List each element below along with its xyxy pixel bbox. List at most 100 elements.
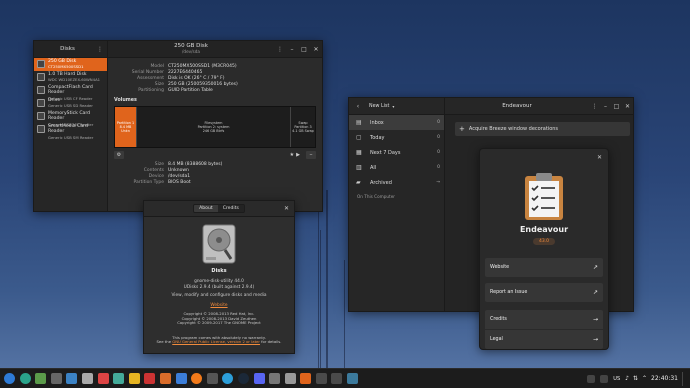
app-icon[interactable] [35,373,47,384]
device-item[interactable]: Drive Generic USB SD Reader [34,97,107,110]
new-list-button[interactable]: New List [369,104,389,109]
drive-icon [37,73,45,81]
device-item[interactable]: 250 GB Disk CT250MX500SSD1 [34,58,107,71]
menu-dots-icon[interactable]: ⋮ [589,103,600,110]
keyboard-locale[interactable]: US [613,376,620,382]
clock[interactable]: 22:40:31 [651,375,678,382]
about-close-icon[interactable]: ✕ [284,205,289,212]
minimize-icon[interactable]: – [286,46,298,53]
app-icon[interactable] [97,373,109,384]
tab-about[interactable]: About [194,205,218,212]
device-name: SmartMedia Card Reader [48,124,88,135]
partition-3[interactable]: Swap Partition 3 4.1 GB Swap [290,107,315,147]
minimize-icon[interactable]: – [600,103,611,110]
device-model: WDC WD10EZEX-60WN4A1 [48,77,101,83]
sidebar-item-archived[interactable]: ▰ Archived → [349,175,444,190]
inbox-icon: ▤ [356,119,362,126]
maximize-icon[interactable]: □ [611,103,622,110]
info-key: Partition Type [133,180,164,185]
app-icon[interactable] [128,373,140,384]
firefox-icon[interactable] [191,373,203,384]
device-item[interactable]: 1.0 TB Hard Disk WDC WD10EZEX-60WN4A1 [34,71,107,84]
tray-icon[interactable] [600,374,608,383]
app-icon[interactable] [159,373,171,384]
license-text: See the GNU General Public License, vers… [156,339,282,345]
list-label: Inbox [370,119,384,126]
device-item[interactable]: SmartMedia Card Reader Generic USB SM Re… [34,123,107,140]
app-icon[interactable] [331,373,343,384]
steam-icon[interactable] [237,373,249,384]
drive-icon [37,60,45,68]
chevron-down-icon[interactable]: ▾ [392,104,394,109]
show-desktop-button[interactable] [682,371,688,386]
app-icon[interactable] [113,373,125,384]
disk-info: Model CT250MX500SSD1 (M3CR045) Serial Numb… [112,64,318,94]
telegram-icon[interactable] [222,373,234,384]
list-count: 0 [437,165,440,170]
about-website-link[interactable]: Website [144,303,294,308]
close-icon[interactable]: ✕ [310,46,322,53]
partition-1[interactable]: Partition 1 8.4 MB Unkn [115,107,136,147]
version-badge: 43.0 [532,238,556,245]
network-icon[interactable]: ⇅ [633,375,638,382]
report-issue-row[interactable]: Report an Issue ↗ [485,283,603,302]
device-item[interactable]: CompactFlash Card Reader Generic USB CF … [34,84,107,101]
back-icon[interactable]: ‹ [354,103,362,110]
sidebar-item-inbox[interactable]: ▤ Inbox 0 [349,115,444,130]
list-label: Today [370,134,385,141]
close-icon[interactable]: ✕ [622,103,633,110]
discord-icon[interactable] [253,373,265,384]
app-icon[interactable] [300,373,312,384]
app-icon[interactable] [269,373,281,384]
about-close-icon[interactable]: ✕ [597,154,602,161]
new-task-row[interactable]: + Acquire Breeze window decorations [455,122,630,136]
tray-icon[interactable] [587,374,596,383]
tray-expand-icon[interactable]: ⌃ [642,375,647,382]
device-name: MemoryStick Card Reader [48,111,91,122]
tab-credits[interactable]: Credits [217,205,244,212]
about-links-group: Website ↗ Report an Issue ↗ Credits → Legal… [480,258,608,349]
maximize-icon[interactable]: □ [298,46,310,53]
disk-menu-dots-icon[interactable]: ⋮ [274,46,286,53]
about-dialog: About Credits ✕ Disks gnome-disk-utility… [143,200,295,354]
drive-icon [37,112,45,120]
app-icon[interactable] [175,373,187,384]
app-launcher-icon[interactable] [4,373,15,384]
app-icon[interactable] [19,373,31,384]
partition-2[interactable]: Filesystem Partition 2: system 246 GB Btrf… [136,107,290,147]
delete-partition-icon[interactable]: – [306,150,316,159]
app-icon[interactable] [206,373,218,384]
arrow-right-icon: → [592,316,598,323]
sidebar-item-next-7-days[interactable]: ▦ Next 7 Days 0 [349,145,444,160]
volumes-bar: Partition 1 8.4 MB Unkn Filesystem Partiti… [114,106,316,148]
legal-row[interactable]: Legal → [485,330,603,349]
drive-icon [37,125,45,133]
list-count: 0 [437,135,440,140]
app-icon[interactable] [81,373,93,384]
license-link[interactable]: GNU General Public License, version 2 or… [172,339,260,345]
app-icon[interactable] [50,373,62,384]
taskbar: US ♪ ⇅ ⌃ 22:40:31 [0,368,690,388]
app-icon[interactable] [315,373,327,384]
website-row[interactable]: Website ↗ [485,258,603,277]
app-icon[interactable] [66,373,78,384]
app-icon[interactable] [144,373,156,384]
app-icon[interactable] [284,373,296,384]
about-titlebar: About Credits ✕ [144,201,294,217]
volume-icon[interactable]: ♪ [625,375,629,382]
play-icon[interactable]: ▶ [296,152,300,158]
app-icon[interactable] [347,373,359,384]
menu-dots-icon[interactable]: ⋮ [97,46,103,53]
sidebar-item-today[interactable]: ▢ Today 0 [349,130,444,145]
today-icon: ▢ [356,134,362,141]
credits-row[interactable]: Credits → [485,310,603,329]
device-item[interactable]: MemoryStick Card Reader Generic USB MS R… [34,110,107,127]
external-link-icon: ↗ [592,264,598,271]
sidebar-item-all[interactable]: ▥ All 0 [349,160,444,175]
copyright-line: Copyright © 2009-2017 The GNOME Project [177,320,261,326]
list-label: Archived [370,179,392,186]
info-value: BIOS Boot [168,180,191,185]
arrow-right-icon: → [592,336,598,343]
about-description: View, modify and configure disks and med… [171,293,267,299]
settings-gear-icon[interactable]: ⚙ [114,150,124,159]
